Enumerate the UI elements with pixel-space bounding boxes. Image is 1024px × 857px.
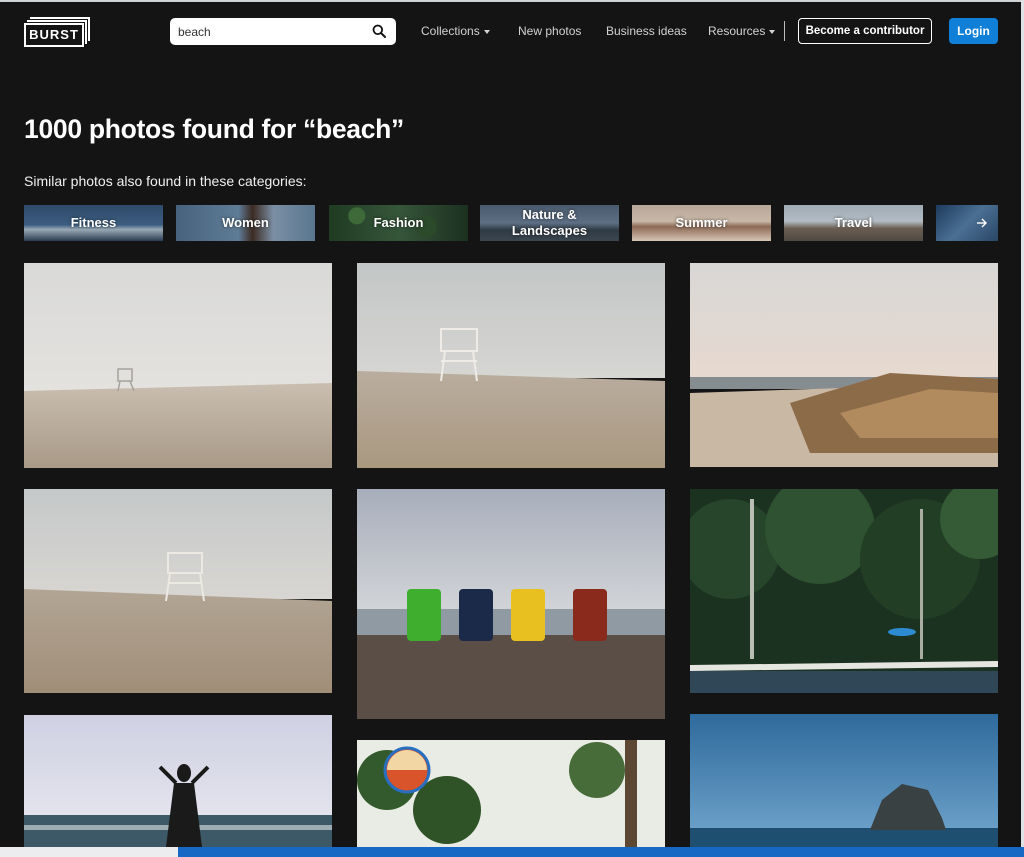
bottom-status-bar-left xyxy=(0,847,178,857)
category-fashion[interactable]: Fashion xyxy=(329,205,468,241)
nav-resources-label: Resources xyxy=(708,24,766,38)
bottom-status-bar xyxy=(0,847,1024,857)
burst-logo[interactable]: BURST xyxy=(24,17,90,47)
nav-new-photos[interactable]: New photos xyxy=(518,24,581,38)
nav-collections[interactable]: Collections xyxy=(421,24,490,38)
category-next-button[interactable] xyxy=(936,205,998,241)
category-nature-landscapes[interactable]: Nature & Landscapes xyxy=(480,205,619,241)
search-icon[interactable] xyxy=(372,24,386,38)
login-button[interactable]: Login xyxy=(949,18,998,44)
photo-woman-at-sea[interactable] xyxy=(24,715,332,847)
category-label: Nature & Landscapes xyxy=(511,207,588,238)
photo-foggy-beach-lifeguard-tower[interactable] xyxy=(24,263,332,468)
logo-text: BURST xyxy=(24,23,84,47)
photo-beach-ball-trees[interactable] xyxy=(357,740,665,847)
photo-forest-beach-hammocks[interactable] xyxy=(690,489,998,693)
photo-haystack-rock-ocean[interactable] xyxy=(690,714,998,847)
nav-resources[interactable]: Resources xyxy=(708,24,776,38)
search-bar[interactable] xyxy=(170,18,396,45)
nav-divider xyxy=(784,21,785,41)
nav-collections-label: Collections xyxy=(421,24,480,38)
similar-categories-label: Similar photos also found in these categ… xyxy=(24,173,307,189)
category-label: Travel xyxy=(834,215,873,230)
results-title: 1000 photos found for “beach” xyxy=(24,114,405,144)
photo-beach-lifeguard-chair-fog[interactable] xyxy=(24,489,332,693)
photo-colorful-adirondack-chairs[interactable] xyxy=(357,489,665,719)
category-summer[interactable]: Summer xyxy=(632,205,771,241)
photo-dune-grass-sunset[interactable] xyxy=(690,263,998,467)
chevron-down-icon xyxy=(769,29,776,34)
category-travel[interactable]: Travel xyxy=(784,205,923,241)
category-thumbnail xyxy=(936,205,998,241)
search-input[interactable] xyxy=(178,22,358,41)
arrow-right-icon xyxy=(977,218,987,228)
chevron-down-icon xyxy=(483,29,490,34)
photo-lifeguard-stand-beach[interactable] xyxy=(357,263,665,468)
category-label: Fashion xyxy=(373,215,424,230)
become-contributor-button[interactable]: Become a contributor xyxy=(798,18,932,44)
nav-business-ideas[interactable]: Business ideas xyxy=(606,24,687,38)
window-top-border xyxy=(0,0,1024,2)
category-label: Summer xyxy=(675,215,728,230)
category-label: Fitness xyxy=(70,215,117,230)
category-women[interactable]: Women xyxy=(176,205,315,241)
category-fitness[interactable]: Fitness xyxy=(24,205,163,241)
category-label: Women xyxy=(222,215,269,230)
